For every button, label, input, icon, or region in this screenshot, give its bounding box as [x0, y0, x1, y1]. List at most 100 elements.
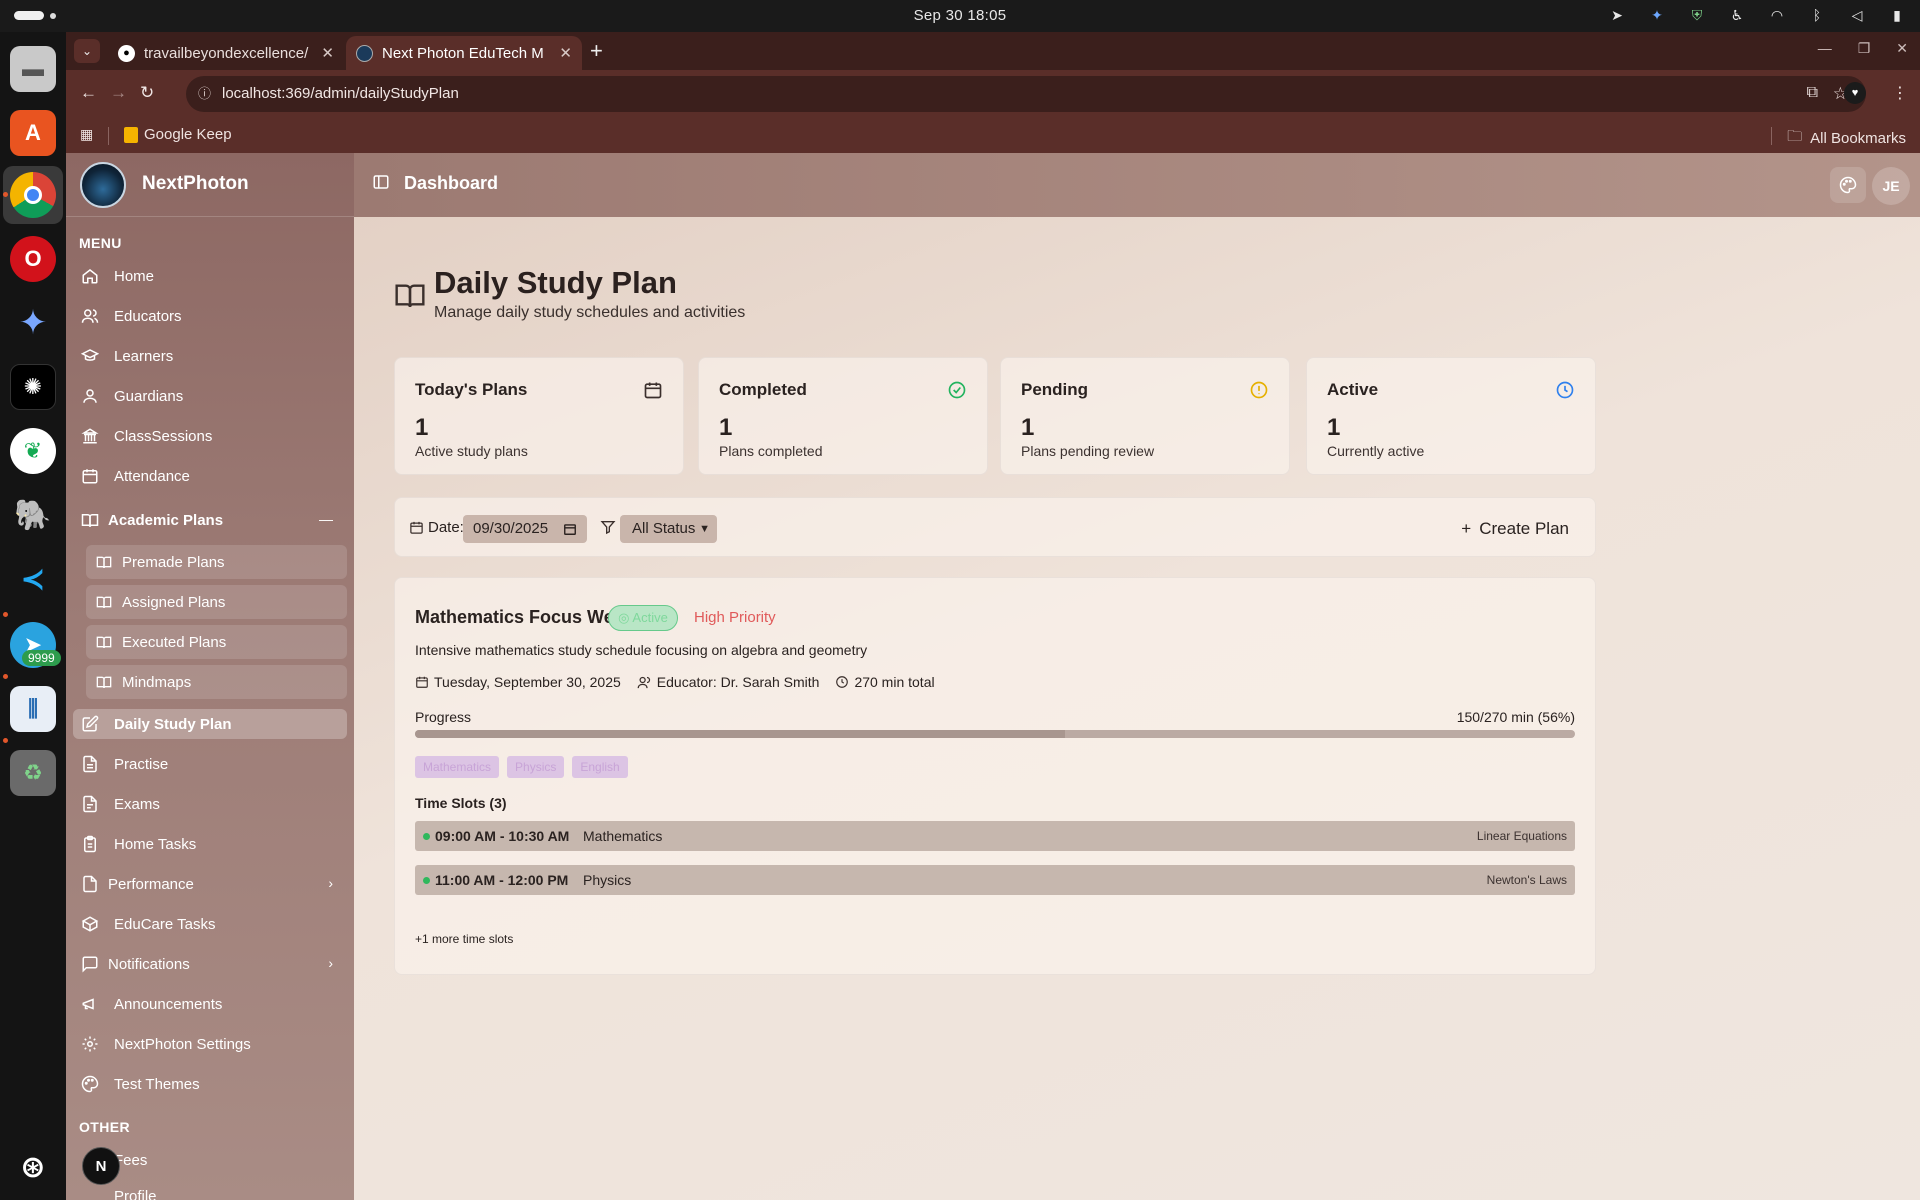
sidebar-item-exams[interactable]: Exams	[73, 787, 347, 821]
volume-icon[interactable]: ◁	[1848, 6, 1866, 24]
browser-address-bar: ← → ↻ ⓘ localhost:369/admin/dailyStudyPl…	[66, 70, 1920, 118]
nextjs-devtools-button[interactable]: N	[82, 1147, 120, 1185]
profile-avatar-icon[interactable]: ♥	[1844, 82, 1866, 104]
sidebar-item-label: Home Tasks	[114, 835, 197, 853]
status-select[interactable]: All Status ▼	[620, 515, 717, 543]
sidebar-item-home[interactable]: Home	[73, 259, 347, 293]
apps-grid-icon[interactable]: ▦	[80, 126, 93, 143]
more-menu-icon[interactable]: ⋮	[1892, 83, 1908, 103]
priority-badge: High Priority	[694, 609, 776, 626]
close-icon[interactable]: ✕	[321, 44, 334, 62]
subject-tag: Mathematics	[415, 756, 500, 778]
close-icon[interactable]: ✕	[559, 44, 572, 62]
collapse-icon[interactable]: —	[319, 511, 333, 527]
reload-icon[interactable]: ↻	[140, 83, 154, 103]
clock-icon	[835, 675, 849, 689]
sidebar-item-profile[interactable]: Profile	[73, 1179, 347, 1200]
book-open-icon	[94, 552, 114, 572]
sidebar-subitem-mindmaps[interactable]: Mindmaps	[86, 665, 347, 699]
vscode-app-icon[interactable]: ≺	[10, 556, 56, 602]
sidebar-item-notifications[interactable]: Notifications ›	[73, 947, 347, 981]
chevron-right-icon[interactable]: ›	[328, 955, 333, 971]
extensions-icon[interactable]: ⧉	[1807, 84, 1818, 102]
sidebar-subitem-executed-plans[interactable]: Executed Plans	[86, 625, 347, 659]
sidebar-subitem-premade-plans[interactable]: Premade Plans	[86, 545, 347, 579]
sidebar-item-daily-study-plan[interactable]: Daily Study Plan	[73, 709, 347, 739]
postgres-app-icon[interactable]: 🐘	[10, 492, 56, 538]
sidebar-subitem-assigned-plans[interactable]: Assigned Plans	[86, 585, 347, 619]
sidebar-item-attendance[interactable]: Attendance	[73, 459, 347, 493]
sidebar-item-learners[interactable]: Learners	[73, 339, 347, 373]
create-plan-button[interactable]: + Create Plan	[1461, 515, 1569, 543]
sidebar-item-label: Performance	[108, 875, 194, 893]
close-window-icon[interactable]: ✕	[1896, 40, 1908, 57]
minimize-icon[interactable]: —	[1818, 40, 1832, 57]
restore-icon[interactable]: ❐	[1858, 40, 1871, 57]
theme-palette-button[interactable]	[1830, 167, 1866, 203]
opera-app-icon[interactable]: O	[10, 236, 56, 282]
sidebar-item-educators[interactable]: Educators	[73, 299, 347, 333]
bookmark-google-keep[interactable]: Google Keep	[124, 126, 232, 143]
wifi-icon[interactable]: ◠	[1768, 6, 1786, 24]
sidebar-item-label: Announcements	[114, 995, 223, 1013]
date-picker-icon[interactable]	[563, 522, 577, 536]
sidebar-toggle-icon[interactable]	[372, 173, 390, 191]
sidebar-item-nextphoton-settings[interactable]: NextPhoton Settings	[73, 1027, 347, 1061]
telegram-tray-icon[interactable]: ➤	[1608, 6, 1626, 24]
accessibility-icon[interactable]: ♿	[1728, 6, 1746, 24]
more-time-slots-link[interactable]: +1 more time slots	[415, 932, 513, 946]
user-avatar[interactable]: JE	[1872, 167, 1910, 205]
show-apps-icon[interactable]: ⊛	[10, 1144, 56, 1190]
time-slot-row[interactable]: 11:00 AM - 12:00 PM Physics Newton's Law…	[415, 865, 1575, 895]
sparkle-tray-icon[interactable]: ✦	[1648, 6, 1666, 24]
sidebar-item-label: Executed Plans	[122, 633, 227, 651]
progress-value: 150/270 min (56%)	[1456, 709, 1575, 725]
chrome-app-icon[interactable]	[10, 172, 56, 218]
sidebar-item-home-tasks[interactable]: Home Tasks	[73, 827, 347, 861]
create-plan-label: Create Plan	[1479, 519, 1569, 538]
bluetooth-icon[interactable]: ᛒ	[1808, 6, 1826, 24]
site-info-icon[interactable]: ⓘ	[198, 76, 211, 112]
sidebar-item-educare-tasks[interactable]: EduCare Tasks	[73, 907, 347, 941]
sidebar-item-classsessions[interactable]: ClassSessions	[73, 419, 347, 453]
status-badge: ◎ Active	[608, 605, 678, 631]
plan-educator-text: Educator: Dr. Sarah Smith	[656, 674, 820, 690]
all-bookmarks-button[interactable]: 🗀 All Bookmarks	[1787, 126, 1906, 151]
sidebar-group-academic-plans[interactable]: Academic Plans —	[73, 503, 347, 537]
url-field[interactable]: ⓘ localhost:369/admin/dailyStudyPlan ☆	[186, 76, 1866, 112]
clock-icon	[1555, 380, 1575, 400]
sidebar-item-announcements[interactable]: Announcements	[73, 987, 347, 1021]
brand-name[interactable]: NextPhoton	[142, 173, 249, 195]
sidebar-item-label: Practise	[114, 755, 169, 773]
app-center-icon[interactable]: A	[10, 110, 56, 156]
files-app-icon[interactable]: ▬	[10, 46, 56, 92]
trash-app-icon[interactable]: ♻	[10, 750, 56, 796]
sidebar-item-guardians[interactable]: Guardians	[73, 379, 347, 413]
tab-github[interactable]: ● travailbeyondexcellence/ ✕	[108, 36, 344, 70]
nextphoton-logo[interactable]	[80, 162, 126, 208]
back-icon[interactable]: ←	[80, 83, 97, 103]
mongodb-app-icon[interactable]: ❦	[10, 428, 56, 474]
other-section-label: OTHER	[79, 1119, 130, 1135]
sidebar-item-practise[interactable]: Practise	[73, 747, 347, 781]
plan-title: Mathematics Focus Week	[415, 607, 634, 627]
study-plan-card[interactable]: Mathematics Focus Week ◎ Active High Pri…	[394, 577, 1596, 975]
shield-tray-icon[interactable]: ⛨	[1688, 6, 1706, 24]
chatgpt-app-icon[interactable]: ✺	[10, 364, 56, 410]
tab-nextphoton[interactable]: Next Photon EduTech M ✕	[346, 36, 582, 70]
os-top-bar: Sep 30 18:05 ➤ ✦ ⛨ ♿ ◠ ᛒ ◁ ▮	[0, 0, 1920, 32]
mixer-app-icon[interactable]: ⫼	[10, 686, 56, 732]
new-tab-button[interactable]: +	[590, 38, 603, 64]
time-slot-row[interactable]: 09:00 AM - 10:30 AM Mathematics Linear E…	[415, 821, 1575, 851]
sidebar-item-performance[interactable]: Performance ›	[73, 867, 347, 901]
tab-search-button[interactable]: ⌄	[74, 39, 100, 63]
date-input[interactable]: 09/30/2025	[463, 515, 587, 543]
sidebar-item-test-themes[interactable]: Test Themes	[73, 1067, 347, 1101]
top-header: Dashboard JE	[354, 153, 1920, 217]
chevron-right-icon[interactable]: ›	[328, 875, 333, 891]
battery-icon[interactable]: ▮	[1888, 6, 1906, 24]
subject-tags: Mathematics Physics English	[415, 756, 628, 778]
gemini-app-icon[interactable]: ✦	[10, 300, 56, 346]
menu-section-label: MENU	[79, 235, 122, 251]
forward-icon[interactable]: →	[110, 83, 127, 103]
